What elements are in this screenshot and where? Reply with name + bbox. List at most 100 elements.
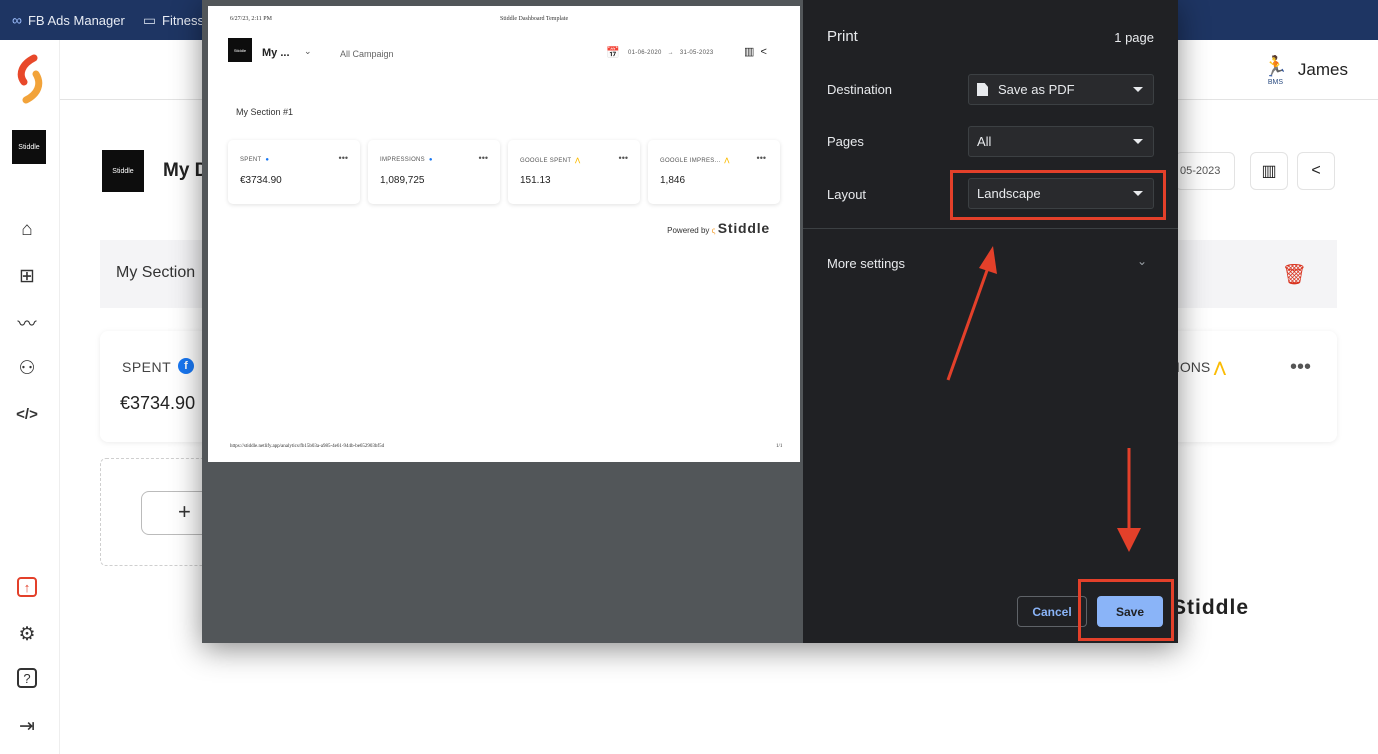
app-logo[interactable]: [12, 54, 48, 104]
pages-label: Pages: [827, 134, 864, 149]
layout-label: Layout: [827, 187, 867, 202]
preview-brand-tile: Stiddle: [228, 38, 252, 62]
preview-card-label-text: SPENT: [240, 157, 262, 163]
bookmark-fitness[interactable]: ▭ Fitness: [143, 12, 204, 29]
preview-powered-by: Powered by ς Stiddle: [667, 220, 770, 236]
destination-value: Save as PDF: [998, 82, 1075, 97]
kpi-right-label: IONS ⋀: [1176, 359, 1226, 376]
more-options-icon: •••: [338, 153, 348, 163]
trash-icon[interactable]: 🗑: [1282, 262, 1307, 287]
user-badge-text: BMS: [1267, 79, 1284, 86]
preview-card-label: IMPRESSIONS ●: [380, 157, 433, 163]
chevron-down-icon: ⌄: [304, 46, 312, 56]
dashboard-brand-text: Stiddle: [112, 167, 134, 175]
pages-value: All: [977, 134, 992, 149]
panel-divider: [803, 228, 1178, 229]
preview-card-label: GOOGLE SPENT ⋀: [520, 157, 580, 164]
preview-section-title: My Section #1: [236, 107, 294, 117]
preview-powered-brand: Stiddle: [717, 220, 770, 236]
chevron-down-icon[interactable]: ⌄: [1137, 254, 1147, 268]
kpi-value: €3734.90: [120, 393, 196, 413]
destination-select[interactable]: Save as PDF: [968, 74, 1154, 105]
preview-page-number: 1/1: [776, 444, 783, 449]
home-icon[interactable]: ⌂: [15, 218, 39, 242]
user-company-logo: 🏃 BMS: [1263, 54, 1288, 86]
preview-dashboard-title: My ...: [262, 47, 290, 59]
kpi-right-text: IONS: [1176, 359, 1211, 375]
preview-card: GOOGLE IMPRES... ⋀ ••• 1,846: [648, 140, 780, 204]
preview-date-range: 01-06-2020 → 31-05-2023: [628, 50, 714, 56]
more-settings-toggle[interactable]: More settings: [827, 256, 905, 271]
preview-url: https://stiddle.netlify.app/analytics/fb…: [230, 444, 385, 449]
print-settings-panel: Print 1 page Destination Save as PDF Pag…: [803, 0, 1178, 643]
code-icon[interactable]: </>: [15, 402, 39, 426]
brand-tile-text: Stiddle: [18, 143, 40, 151]
preview-card-value: 1,089,725: [380, 175, 425, 186]
print-preview: 6/27/23, 2:11 PM Stiddle Dashboard Templ…: [202, 0, 802, 643]
date-range-end[interactable]: 05-2023: [1175, 152, 1235, 190]
google-ads-icon: ⋀: [575, 158, 581, 164]
section-label: My Section: [116, 264, 196, 281]
preview-card-label-text: GOOGLE SPENT: [520, 158, 572, 164]
powered-by-brand: Stiddle: [1172, 596, 1250, 619]
more-options-icon[interactable]: •••: [1290, 356, 1311, 379]
preview-card-label-text: IMPRESSIONS: [380, 157, 425, 163]
google-ads-icon: ⋀: [1214, 359, 1226, 375]
dashboard-grid-icon[interactable]: ⊞: [15, 264, 39, 288]
print-dialog: 6/27/23, 2:11 PM Stiddle Dashboard Templ…: [202, 0, 1178, 643]
share-icon: <: [760, 46, 767, 58]
dropdown-caret-icon: [1133, 139, 1143, 144]
preview-brand-text: Stiddle: [233, 47, 247, 53]
upload-icon[interactable]: ↑: [17, 577, 37, 597]
runner-icon: 🏃: [1263, 56, 1288, 78]
cancel-button[interactable]: Cancel: [1017, 596, 1087, 627]
preview-timestamp: 6/27/23, 2:11 PM: [230, 16, 272, 22]
help-icon[interactable]: ?: [17, 668, 37, 688]
preview-card: GOOGLE SPENT ⋀ ••• 151.13: [508, 140, 640, 204]
analytics-chart-icon[interactable]: 〰: [15, 310, 39, 335]
preview-card-value: €3734.90: [240, 175, 282, 186]
settings-gear-icon[interactable]: ⚙: [15, 622, 39, 646]
preview-campaign: All Campaign: [340, 49, 394, 59]
columns-icon: ▥: [744, 46, 755, 58]
user-menu[interactable]: 🏃 BMS James: [1263, 54, 1348, 86]
preview-card: SPENT ● ••• €3734.90: [228, 140, 360, 204]
more-options-icon: •••: [756, 153, 766, 163]
calendar-icon: 📅: [606, 47, 620, 59]
google-ads-icon: ⋀: [724, 158, 730, 164]
page-count: 1 page: [1114, 30, 1154, 45]
preview-card-label: GOOGLE IMPRES... ⋀: [660, 157, 730, 164]
facebook-icon: ●: [428, 157, 433, 163]
destination-label: Destination: [827, 82, 893, 97]
kpi-label: SPENT: [122, 359, 172, 375]
preview-tools: ▥ <: [744, 45, 767, 58]
pages-select[interactable]: All: [968, 126, 1154, 157]
preview-card-label-text: GOOGLE IMPRES...: [660, 158, 721, 164]
layout-highlight-box: [950, 170, 1166, 220]
pdf-document-icon: [977, 83, 988, 96]
preview-card: IMPRESSIONS ● ••• 1,089,725: [368, 140, 500, 204]
bookmark-label: Fitness: [162, 12, 204, 28]
preview-date-start: 01-06-2020: [628, 50, 662, 56]
facebook-icon: ●: [265, 157, 270, 163]
preview-card-value: 151.13: [520, 175, 551, 186]
preview-card-label: SPENT ●: [240, 157, 269, 163]
folder-icon: ▭: [142, 11, 157, 28]
share-icon[interactable]: <: [1297, 152, 1335, 190]
bookmark-label: FB Ads Manager: [27, 12, 125, 28]
preview-card-value: 1,846: [660, 175, 686, 186]
brand-tile[interactable]: Stiddle: [12, 130, 46, 164]
save-highlight-box: [1078, 579, 1174, 641]
preview-date-end: 31-05-2023: [679, 50, 714, 56]
print-title: Print: [827, 28, 858, 45]
dropdown-caret-icon: [1133, 87, 1143, 92]
bookmark-fb-ads-manager[interactable]: ∞ FB Ads Manager: [12, 12, 125, 28]
arrow-right-icon: →: [667, 50, 674, 56]
user-name: James: [1297, 60, 1348, 79]
columns-icon[interactable]: ▥: [1250, 152, 1288, 190]
preview-powered-text: Powered by: [667, 226, 710, 235]
dashboard-brand-tile: Stiddle: [102, 150, 144, 192]
sidebar: Stiddle ⌂ ⊞ 〰 ⚇ </> ↑ ⚙ ? ⇥: [0, 40, 60, 754]
users-icon[interactable]: ⚇: [15, 356, 39, 380]
logout-icon[interactable]: ⇥: [15, 714, 39, 738]
